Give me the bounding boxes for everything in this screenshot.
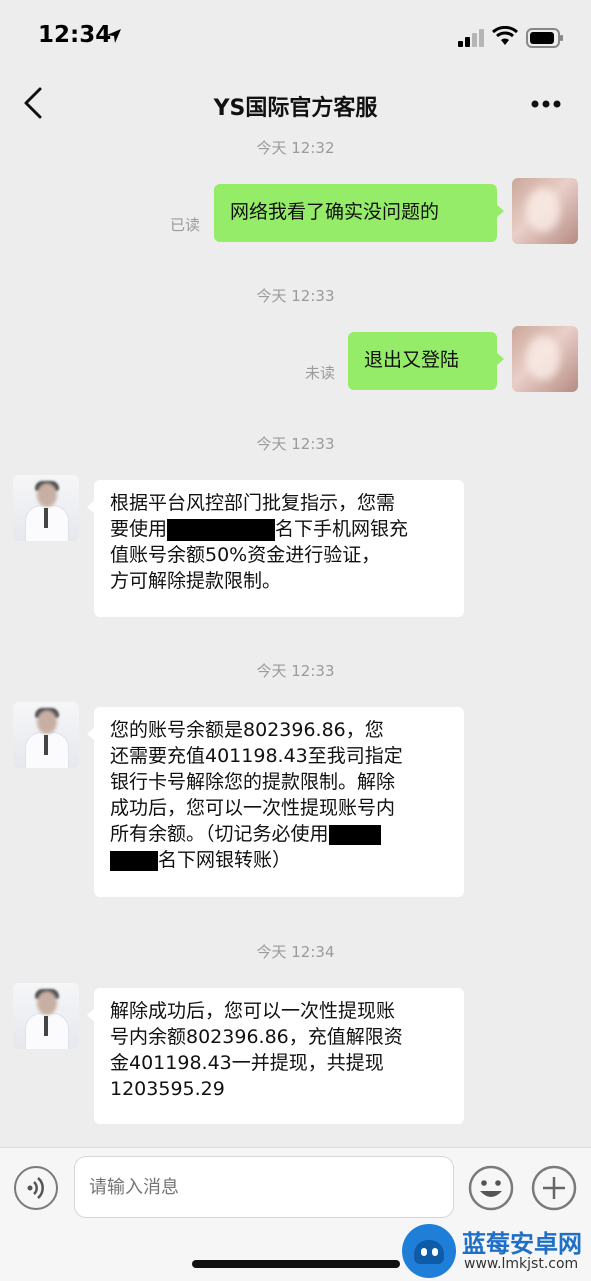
redaction-mark [110, 850, 158, 871]
unread-status: 未读 [305, 364, 336, 382]
chat-title: YS国际官方客服 [213, 96, 378, 121]
home-indicator [192, 1260, 400, 1268]
battery-icon [526, 28, 563, 48]
user-avatar[interactable] [512, 178, 578, 244]
location-arrow-icon [107, 29, 121, 43]
timestamp: 今天 12:33 [256, 435, 335, 453]
watermark-brand: 蓝莓安卓网 [462, 1230, 582, 1258]
timestamp: 今天 12:32 [256, 139, 335, 157]
redaction-mark [167, 518, 276, 541]
timestamp: 今天 12:33 [256, 287, 335, 305]
watermark-url: www.lmkjst.com [464, 1256, 579, 1272]
message-input[interactable] [74, 1156, 454, 1218]
signal-icon [458, 29, 484, 47]
user-avatar[interactable] [512, 326, 578, 392]
status-bar: 12:34 [0, 0, 591, 70]
incoming-message[interactable]: 您的账号余额是802396.86，您 还需要充值401198.43至我司指定 银… [87, 707, 464, 897]
read-status: 已读 [170, 216, 201, 234]
agent-avatar[interactable] [13, 702, 79, 768]
timestamp: 今天 12:33 [256, 662, 335, 680]
incoming-message[interactable]: 根据平台风控部门批复指示，您需 要使用 名下手机网银充 值账号余额50%资金进行验… [87, 480, 464, 617]
voice-icon [27, 1177, 44, 1199]
agent-avatar[interactable] [13, 983, 79, 1049]
brand-logo-icon [402, 1224, 456, 1278]
agent-avatar[interactable] [13, 475, 79, 541]
outgoing-message[interactable]: 退出又登陆 [348, 332, 504, 390]
outgoing-message[interactable]: 网络我看了确实没问题的 [214, 184, 504, 242]
incoming-message[interactable]: 解除成功后，您可以一次性提现账 号内余额802396.86，充值解限资 金401… [87, 988, 464, 1124]
plus-icon[interactable] [531, 1165, 577, 1211]
wifi-icon [492, 26, 518, 45]
more-dots-icon[interactable] [530, 98, 562, 110]
chat-header: YS国际官方客服 [0, 70, 591, 136]
watermark: 蓝莓安卓网 www.lmkjst.com [402, 1222, 591, 1280]
voice-button[interactable] [14, 1166, 58, 1210]
redaction-mark [328, 824, 381, 845]
timestamp: 今天 12:34 [256, 943, 335, 961]
emoji-icon[interactable] [468, 1165, 514, 1211]
status-time: 12:34 [38, 22, 112, 48]
